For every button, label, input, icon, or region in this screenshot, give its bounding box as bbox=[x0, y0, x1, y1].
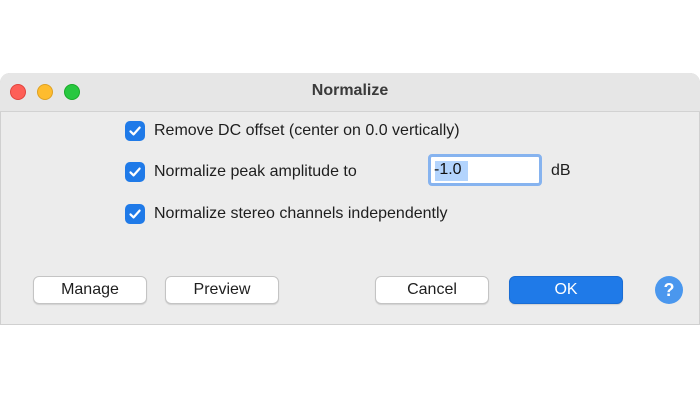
help-button[interactable]: ? bbox=[655, 276, 683, 304]
stereo-independent-row: Normalize stereo channels independently bbox=[125, 202, 448, 226]
remove-dc-checkbox[interactable] bbox=[125, 121, 145, 141]
checkmark-icon bbox=[129, 167, 141, 177]
stereo-independent-checkbox[interactable] bbox=[125, 204, 145, 224]
remove-dc-label: Remove DC offset (center on 0.0 vertical… bbox=[154, 122, 460, 139]
peak-amplitude-unit: dB bbox=[551, 162, 571, 179]
title-bar: Normalize bbox=[0, 73, 700, 112]
checkmark-icon bbox=[129, 126, 141, 136]
preview-button[interactable]: Preview bbox=[165, 276, 279, 304]
stereo-independent-label: Normalize stereo channels independently bbox=[154, 205, 448, 222]
normalize-peak-label: Normalize peak amplitude to bbox=[154, 163, 357, 180]
remove-dc-row: Remove DC offset (center on 0.0 vertical… bbox=[125, 119, 460, 143]
normalize-dialog: Normalize Remove DC offset (center on 0.… bbox=[0, 73, 700, 325]
normalize-peak-row: Normalize peak amplitude to bbox=[125, 160, 357, 184]
normalize-peak-checkbox[interactable] bbox=[125, 162, 145, 182]
peak-amplitude-field[interactable] bbox=[428, 154, 542, 186]
ok-button[interactable]: OK bbox=[509, 276, 623, 304]
window-title: Normalize bbox=[311, 82, 389, 99]
peak-amplitude-input[interactable] bbox=[434, 159, 536, 181]
checkmark-icon bbox=[129, 209, 141, 219]
cancel-button[interactable]: Cancel bbox=[375, 276, 489, 304]
manage-button[interactable]: Manage bbox=[33, 276, 147, 304]
question-mark-icon: ? bbox=[663, 279, 675, 300]
